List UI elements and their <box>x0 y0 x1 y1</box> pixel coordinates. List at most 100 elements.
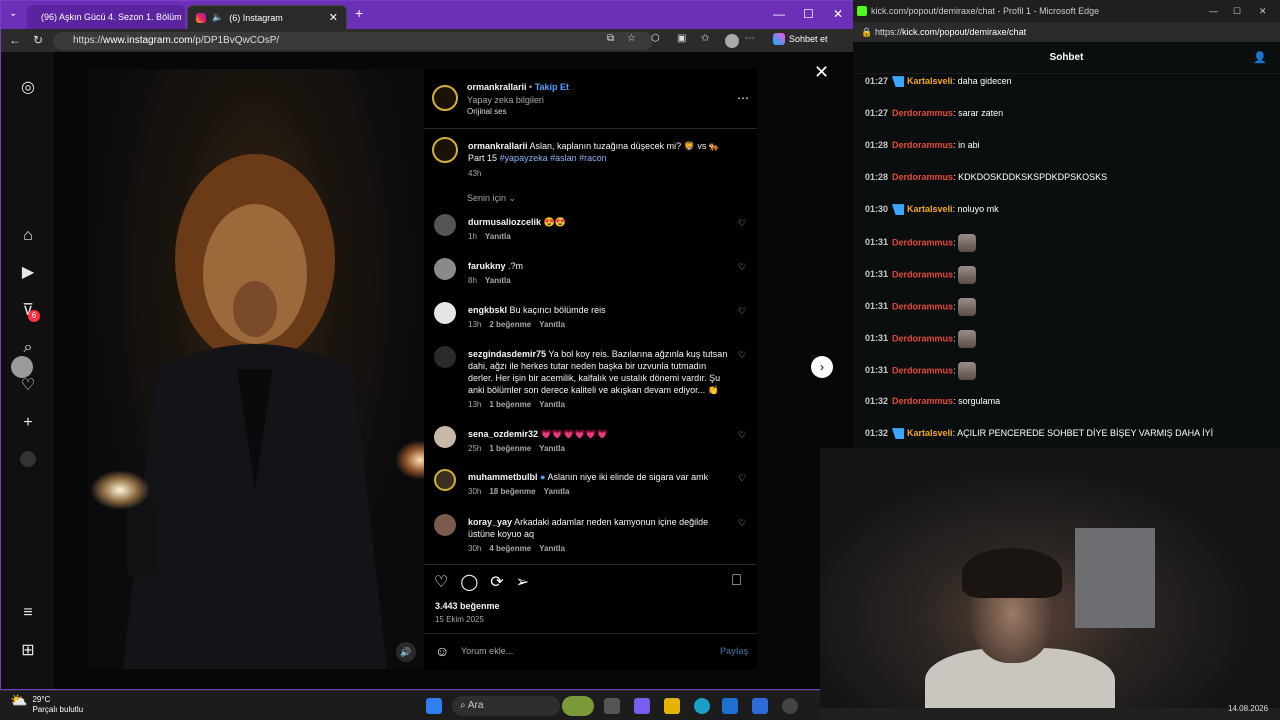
home-icon[interactable]: ⌂ <box>18 226 38 246</box>
msg-username[interactable]: Derdorammus <box>892 108 953 118</box>
collections-icon[interactable]: ▣ <box>677 33 686 44</box>
comment-likes[interactable]: 18 beğenme <box>489 487 535 496</box>
comment-username[interactable]: durmusaliozcelik <box>468 217 541 227</box>
task-view-icon[interactable] <box>604 698 620 714</box>
like-icon[interactable]: ♡ <box>434 572 448 592</box>
tab-instagram[interactable]: 🔈 (6) Instagram ✕ <box>187 5 347 29</box>
emoji-icon[interactable]: ☺ <box>435 643 449 659</box>
outlook-icon[interactable] <box>752 698 768 714</box>
comment-username[interactable]: muhammetbulbl <box>468 472 538 482</box>
maximize-icon[interactable]: ☐ <box>1233 0 1241 22</box>
caption-username[interactable]: ormankrallarii <box>468 141 528 151</box>
next-post-button[interactable]: › <box>811 356 833 378</box>
comment-avatar[interactable] <box>434 426 456 448</box>
tab-youtube[interactable]: (96) Aşkın Gücü 4. Sezon 1. Bölüm ✕ <box>27 5 185 29</box>
msg-username[interactable]: Derdorammus <box>892 396 953 406</box>
like-comment-icon[interactable]: ♡ <box>738 473 746 484</box>
menu-icon[interactable]: ≡ <box>18 603 38 623</box>
like-comment-icon[interactable]: ♡ <box>738 430 746 441</box>
msg-username[interactable]: Kartalsveli <box>907 204 953 214</box>
msg-username[interactable]: Kartalsveli <box>907 76 953 86</box>
caption-avatar[interactable] <box>432 137 458 163</box>
author-username[interactable]: ormankrallarii <box>467 82 527 92</box>
comment-avatar[interactable] <box>434 214 456 236</box>
favorites-bar-icon[interactable]: ✩ <box>701 33 709 44</box>
msg-username[interactable]: Derdorammus <box>892 172 953 182</box>
comment-likes[interactable]: 1 beğenme <box>489 444 531 453</box>
share-icon[interactable]: ➢ <box>516 572 529 592</box>
taskbar-search[interactable]: ⌕ Ara <box>452 696 560 716</box>
comment-avatar[interactable] <box>434 302 456 324</box>
address-bar[interactable]: https://www.instagram.com/p/DP1BvQwCOsP/ <box>53 32 653 50</box>
comment-avatar[interactable] <box>434 346 456 368</box>
users-icon[interactable]: 👤 <box>1253 42 1267 74</box>
reply-button[interactable]: Yanıtla <box>539 544 565 553</box>
reels-icon[interactable]: ▶ <box>18 263 38 283</box>
comment-avatar[interactable] <box>434 469 456 491</box>
caption-hashtags[interactable]: #yapayzeka #aslan #racon <box>500 153 607 163</box>
likes-count[interactable]: 3.443 beğenme <box>435 601 500 611</box>
like-comment-icon[interactable]: ♡ <box>738 262 746 273</box>
profile-icon[interactable] <box>18 451 38 471</box>
more-icon[interactable]: ⋯ <box>745 33 755 44</box>
close-window-icon[interactable]: ✕ <box>1259 0 1267 22</box>
follow-button[interactable]: Takip Et <box>535 82 569 92</box>
copilot-app-icon[interactable] <box>634 698 650 714</box>
maximize-icon[interactable]: ☐ <box>803 7 814 21</box>
reply-button[interactable]: Yanıtla <box>544 487 570 496</box>
steam-icon[interactable] <box>782 698 798 714</box>
post-image[interactable] <box>87 69 424 669</box>
tab-list-chevron-icon[interactable]: ⌄ <box>9 8 17 19</box>
audio-label[interactable]: Orijinal ses <box>467 107 507 116</box>
address-bar[interactable]: 🔒 https://kick.com/popout/demiraxe/chat <box>853 22 1280 42</box>
like-comment-icon[interactable]: ♡ <box>738 306 746 317</box>
new-tab-button[interactable]: + <box>355 5 363 21</box>
back-icon[interactable]: ← <box>9 33 21 47</box>
comment-likes[interactable]: 1 beğenme <box>489 400 531 409</box>
like-comment-icon[interactable]: ♡ <box>738 218 746 229</box>
comment-username[interactable]: sena_ozdemir32 <box>468 429 538 439</box>
reply-button[interactable]: Yanıtla <box>539 444 565 453</box>
repost-icon[interactable]: ⟳ <box>490 572 503 592</box>
refresh-icon[interactable]: ↻ <box>33 33 43 47</box>
heart-icon[interactable]: ♡ <box>18 376 38 396</box>
like-comment-icon[interactable]: ♡ <box>738 350 746 361</box>
like-comment-icon[interactable]: ♡ <box>738 518 746 529</box>
comment-icon[interactable]: ◯ <box>460 572 478 592</box>
save-icon[interactable]: ⎕ <box>732 572 741 589</box>
sort-dropdown[interactable]: Senin için ⌄ <box>467 193 516 204</box>
emote-icon[interactable] <box>958 362 977 380</box>
apps-icon[interactable]: ⊞ <box>18 641 38 661</box>
reply-button[interactable]: Yanıtla <box>485 232 511 241</box>
close-tab-icon[interactable]: ✕ <box>329 11 338 24</box>
favorite-icon[interactable]: ☆ <box>627 33 636 44</box>
comment-username[interactable]: koray_yay <box>468 517 512 527</box>
comment-username[interactable]: farukkny <box>468 261 506 271</box>
speaker-icon[interactable]: 🔈 <box>212 12 223 23</box>
emote-icon[interactable] <box>958 330 977 348</box>
more-options-icon[interactable]: ⋯ <box>737 91 749 105</box>
start-icon[interactable] <box>426 698 442 714</box>
msg-username[interactable]: Kartalsveli <box>907 428 953 438</box>
comment-input[interactable]: Yorum ekle... <box>461 646 701 656</box>
minimize-icon[interactable]: — <box>1209 0 1218 22</box>
msg-username[interactable]: Derdorammus <box>892 140 953 150</box>
create-icon[interactable]: + <box>18 413 38 433</box>
extension-icon[interactable]: ⬡ <box>651 33 660 44</box>
post-comment-button[interactable]: Paylaş <box>720 646 749 656</box>
msg-username[interactable]: Derdorammus <box>892 333 953 343</box>
store-icon[interactable] <box>722 698 738 714</box>
search-icon[interactable]: ⌕ <box>18 338 38 358</box>
copilot-chat-button[interactable]: Sohbet et <box>773 33 828 45</box>
comment-avatar[interactable] <box>434 514 456 536</box>
mute-icon[interactable]: 🔊 <box>396 642 416 662</box>
comment-likes[interactable]: 2 beğenme <box>489 320 531 329</box>
comment-avatar[interactable] <box>434 258 456 280</box>
widget-image-icon[interactable] <box>562 696 594 716</box>
msg-username[interactable]: Derdorammus <box>892 301 953 311</box>
reply-button[interactable]: Yanıtla <box>485 276 511 285</box>
weather-widget[interactable]: ⛅ 29°C Parçalı bulutlu <box>10 693 83 715</box>
author-avatar[interactable] <box>432 85 458 111</box>
close-window-icon[interactable]: ✕ <box>833 7 843 21</box>
msg-username[interactable]: Derdorammus <box>892 269 953 279</box>
